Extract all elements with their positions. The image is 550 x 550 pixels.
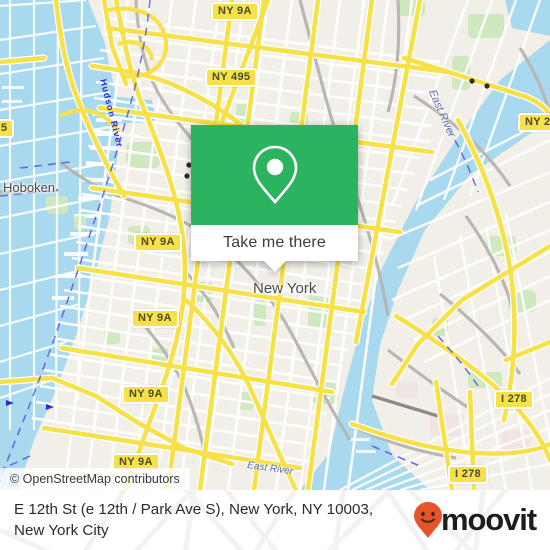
- route-shield-i-278-2: I 278: [448, 465, 488, 484]
- route-shield-ny-9a-1: NY 9A: [134, 233, 182, 252]
- route-shield-ny-9a-top: NY 9A: [211, 2, 259, 21]
- moovit-wordmark: moovit: [440, 502, 537, 537]
- route-shield-ny-9a-3: NY 9A: [122, 385, 170, 404]
- callout-action-area[interactable]: Take me there: [191, 225, 358, 272]
- route-shield-ny-25: NY 25: [518, 113, 550, 132]
- route-shield-ny-9a-2: NY 9A: [131, 309, 179, 328]
- moovit-smiley-pin-icon: [413, 502, 442, 538]
- route-shield-ny-495: NY 495: [205, 68, 258, 87]
- moovit-logo[interactable]: moovit: [413, 501, 542, 539]
- callout-tail-pointer: [263, 261, 286, 272]
- route-shield-i-278-1: I 278: [494, 390, 534, 409]
- map-pin-icon: [252, 145, 297, 204]
- osm-attribution-text: © OpenStreetMap contributors: [10, 472, 180, 486]
- place-label-new-york: New York: [253, 280, 317, 297]
- take-me-there-callout[interactable]: Take me there: [191, 125, 358, 272]
- route-shield-i-5: 5: [0, 119, 15, 138]
- moovit-location-screenshot: East River East River Hudson River Hobok…: [0, 0, 550, 550]
- place-label-hoboken: Hoboken: [3, 180, 56, 195]
- callout-pin-area: [191, 125, 358, 225]
- location-address: E 12th St (e 12th / Park Ave S), New Yor…: [14, 501, 374, 539]
- osm-attribution[interactable]: © OpenStreetMap contributors: [0, 468, 190, 490]
- footer-bar: E 12th St (e 12th / Park Ave S), New Yor…: [0, 490, 550, 550]
- take-me-there-label: Take me there: [223, 234, 326, 251]
